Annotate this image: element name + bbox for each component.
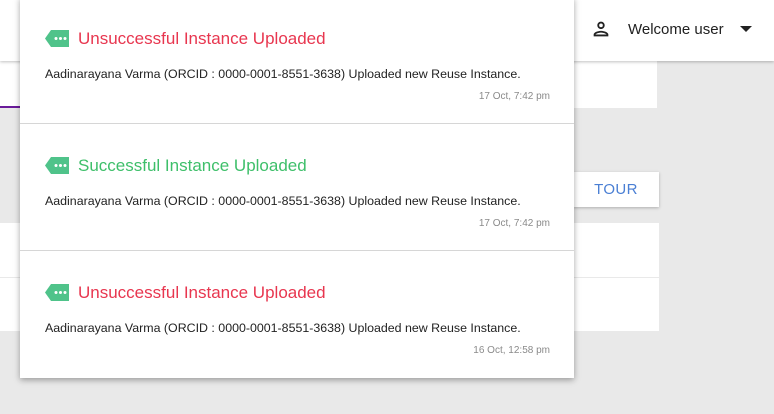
notification-item[interactable]: Unsuccessful Instance Uploaded Aadinaray… [20,251,574,378]
welcome-label: Welcome user [628,20,724,38]
notification-title: Unsuccessful Instance Uploaded [78,283,326,302]
notification-title: Unsuccessful Instance Uploaded [78,29,326,48]
notifications-panel: Unsuccessful Instance Uploaded Aadinaray… [20,0,574,378]
notification-time: 16 Oct, 12:58 pm [473,345,550,356]
tour-button[interactable]: TOUR [573,172,659,207]
user-menu[interactable]: Welcome user [590,18,752,40]
person-icon [593,21,609,37]
notification-message: Aadinarayana Varma (ORCID : 0000-0001-85… [45,67,521,81]
notification-item[interactable]: Unsuccessful Instance Uploaded Aadinaray… [20,0,574,124]
active-tab-indicator [0,106,22,108]
notification-time: 17 Oct, 7:42 pm [478,91,550,102]
notification-message: Aadinarayana Varma (ORCID : 0000-0001-85… [45,321,521,335]
tag-icon [45,30,69,47]
notification-title: Successful Instance Uploaded [78,156,307,175]
notification-message: Aadinarayana Varma (ORCID : 0000-0001-85… [45,194,521,208]
tag-icon [45,157,69,174]
notification-time: 17 Oct, 7:42 pm [478,218,550,229]
caret-down-icon[interactable] [739,26,752,32]
tag-icon [45,284,69,301]
notification-item[interactable]: Successful Instance Uploaded Aadinarayan… [20,124,574,251]
